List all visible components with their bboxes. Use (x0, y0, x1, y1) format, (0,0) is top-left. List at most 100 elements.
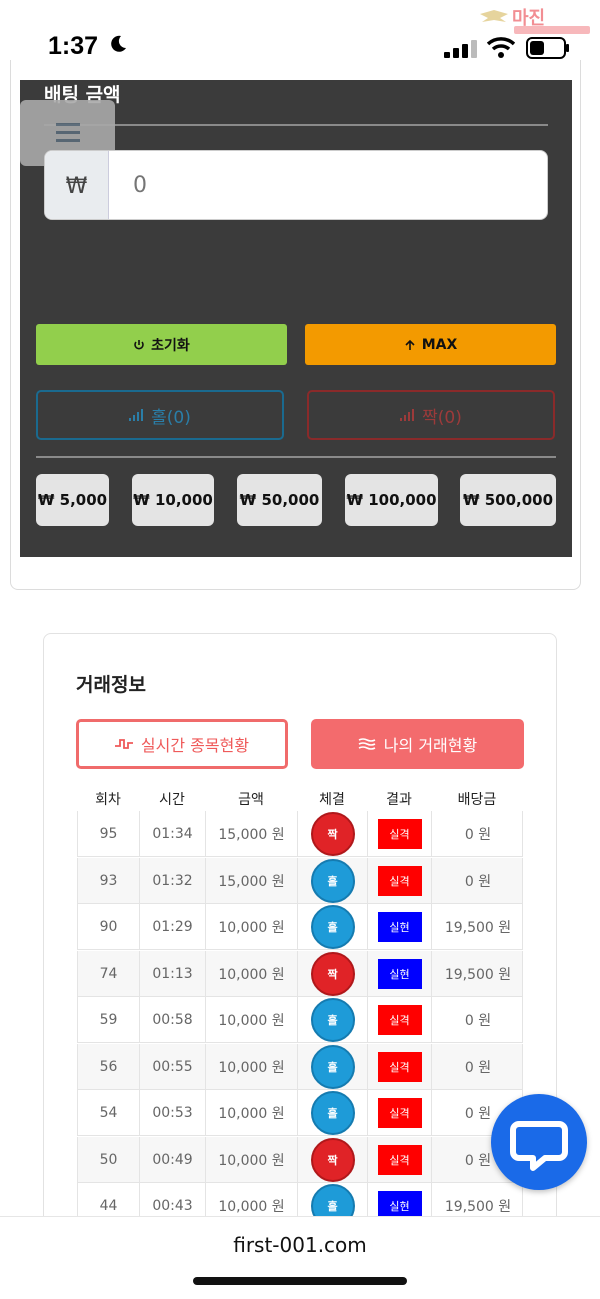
cell-pick: 홀 (298, 857, 368, 904)
cell-time: 01:29 (140, 904, 206, 950)
odd-button[interactable]: 홀(0) (36, 390, 284, 440)
pick-ball: 홀 (310, 905, 355, 949)
reset-button[interactable]: 초기화 (36, 324, 287, 365)
amount-field[interactable]: ₩ (44, 150, 548, 220)
cell-round: 59 (78, 997, 140, 1043)
address-bar-url[interactable]: first-001.com (0, 1233, 600, 1257)
cell-round: 93 (78, 857, 140, 904)
cell-pick: 홀 (298, 1043, 368, 1090)
even-button[interactable]: 짝(0) (307, 390, 555, 440)
cell-pick: 짝 (298, 950, 368, 997)
column-header-amount: 금액 (238, 792, 264, 808)
cell-amount: 10,000 원 (206, 1090, 298, 1136)
chip-500000[interactable]: ₩ 500,000 (460, 474, 556, 526)
cell-amount: 15,000 원 (206, 857, 298, 904)
cell-payout: 0 원 (464, 1059, 492, 1076)
cell-round: 90 (78, 904, 140, 950)
cell-payout: 19,500 원 (444, 966, 512, 983)
column-header-round: 회차 (95, 792, 121, 808)
pick-ball: 홀 (310, 1091, 355, 1135)
cell-round: 95 (78, 811, 140, 857)
cell-result: 실격 (368, 1043, 432, 1090)
amount-input[interactable] (123, 151, 533, 219)
result-badge: 실격 (377, 819, 422, 849)
cell-pick: 짝 (298, 1136, 368, 1183)
chip-10000[interactable]: ₩ 10,000 (132, 474, 214, 526)
watermark-logo: 마진 (470, 2, 596, 42)
tab-live-status[interactable]: 실시간 종목현황 (76, 719, 288, 769)
odd-label: 홀(0) (151, 407, 191, 428)
max-button[interactable]: MAX (305, 324, 556, 365)
cell-amount: 10,000 원 (206, 904, 298, 950)
column-header-payout: 배당금 (457, 792, 497, 808)
title-divider (44, 124, 548, 126)
table-row: 50 00:49 10,000 원 짝 실격 0 원 (77, 1136, 523, 1183)
table-row: 95 01:34 15,000 원 짝 실격 0 원 (77, 811, 523, 857)
cell-time: 01:13 (140, 950, 206, 997)
moon-icon (111, 35, 126, 52)
hamburger-icon (56, 123, 80, 126)
status-time: 1:37 (48, 32, 99, 60)
cell-time: 01:34 (140, 811, 206, 857)
cell-pick: 홀 (298, 1090, 368, 1136)
browser-bottom-bar (0, 1216, 600, 1299)
cell-payout: 19,500 원 (444, 920, 512, 936)
tab-my-trades[interactable]: 나의 거래현황 (311, 719, 524, 769)
result-badge: 실격 (377, 1098, 422, 1128)
column-header-result: 결과 (386, 792, 412, 808)
result-badge: 실격 (377, 1051, 422, 1082)
result-badge: 실현 (377, 912, 422, 942)
result-badge: 실현 (377, 958, 422, 989)
cell-payout: 0 원 (464, 1013, 492, 1029)
cell-result: 실격 (368, 1136, 432, 1183)
home-indicator (193, 1277, 407, 1285)
tab-live-label: 실시간 종목현황 (140, 736, 250, 755)
cell-payout: 0 원 (464, 827, 492, 843)
signal-bars-icon (400, 409, 415, 421)
signal-icon (444, 40, 477, 58)
cell-result: 실현 (368, 904, 432, 950)
table-row: 74 01:13 10,000 원 짝 실현 19,500 원 (77, 950, 523, 997)
cell-pick: 홀 (298, 997, 368, 1043)
pick-ball: 짝 (310, 812, 355, 856)
cell-round: 54 (78, 1090, 140, 1136)
pick-ball: 홀 (310, 998, 355, 1042)
chips-divider (36, 456, 556, 458)
max-label: MAX (421, 336, 458, 353)
cell-result: 실격 (368, 997, 432, 1043)
cell-time: 00:53 (140, 1090, 206, 1136)
table-row: 90 01:29 10,000 원 홀 실현 19,500 원 (77, 904, 523, 950)
chip-5000[interactable]: ₩ 5,000 (36, 474, 109, 526)
waves-icon (358, 738, 376, 750)
reset-label: 초기화 (151, 337, 190, 354)
cell-amount: 10,000 원 (206, 1136, 298, 1183)
cell-round: 74 (78, 950, 140, 997)
pick-ball: 홀 (310, 858, 355, 903)
power-icon (134, 339, 144, 349)
chat-icon (510, 1121, 568, 1171)
chip-100000[interactable]: ₩ 100,000 (345, 474, 438, 526)
cell-result: 실격 (368, 857, 432, 904)
result-badge: 실격 (377, 1144, 422, 1175)
currency-prefix: ₩ (45, 151, 109, 219)
result-badge: 실격 (377, 1005, 422, 1035)
cell-result: 실현 (368, 950, 432, 997)
cell-result: 실격 (368, 811, 432, 857)
tab-mine-label: 나의 거래현황 (383, 736, 478, 755)
column-header-time: 시간 (159, 792, 185, 808)
wing-icon (480, 10, 508, 22)
cell-amount: 15,000 원 (206, 811, 298, 857)
pick-ball: 짝 (310, 1137, 355, 1182)
cell-time: 01:32 (140, 857, 206, 904)
cell-time: 00:58 (140, 997, 206, 1043)
column-header-pick: 체결 (319, 792, 345, 808)
cell-amount: 10,000 원 (206, 997, 298, 1043)
cell-pick: 짝 (298, 811, 368, 857)
table-row: 59 00:58 10,000 원 홀 실격 0 원 (77, 997, 523, 1043)
chat-button[interactable] (491, 1094, 587, 1190)
cell-round: 56 (78, 1043, 140, 1090)
table-row: 93 01:32 15,000 원 홀 실격 0 원 (77, 857, 523, 904)
cell-time: 00:55 (140, 1043, 206, 1090)
cell-pick: 홀 (298, 904, 368, 950)
chip-50000[interactable]: ₩ 50,000 (237, 474, 322, 526)
